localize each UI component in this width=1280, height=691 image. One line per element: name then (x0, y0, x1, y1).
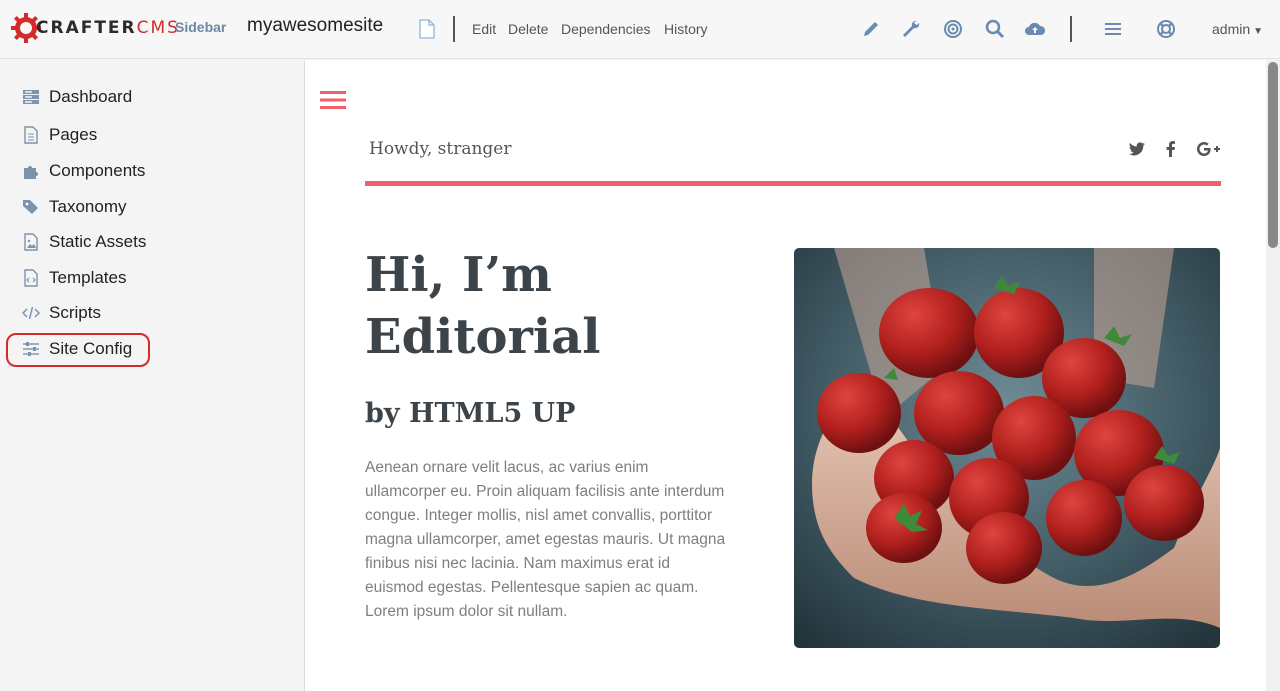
sidebar-item-scripts[interactable]: Scripts (22, 301, 101, 325)
page-icon[interactable] (418, 19, 436, 39)
crafter-logo[interactable]: CRAFTERCMS (10, 11, 180, 45)
user-name: admin (1212, 21, 1251, 37)
header-divider (365, 181, 1221, 186)
sidebar-item-label: Templates (49, 268, 127, 287)
caret-down-icon: ▼ (1253, 26, 1264, 37)
lifebuoy-icon[interactable] (1155, 18, 1177, 40)
facebook-icon[interactable] (1162, 140, 1180, 158)
hero-subtitle: by HTML5 UP (365, 398, 576, 429)
sidebar-item-label: Components (49, 161, 146, 180)
toolbar-divider (453, 16, 455, 42)
top-bar: CRAFTERCMS Sidebar myawesomesite Edit De… (0, 0, 1280, 59)
site-menu-icon[interactable] (320, 90, 346, 110)
history-button[interactable]: History (664, 21, 708, 37)
sidebar-item-dashboard[interactable]: Dashboard (22, 85, 132, 109)
page-icon (24, 126, 38, 144)
pencil-icon[interactable] (860, 18, 882, 40)
code-icon (22, 306, 40, 320)
sidebar-item-label: Taxonomy (49, 197, 127, 216)
code-file-icon (24, 269, 38, 287)
edit-button[interactable]: Edit (472, 21, 496, 37)
sidebar-item-pages[interactable]: Pages (22, 123, 97, 147)
sidebar-item-label: Scripts (49, 303, 101, 322)
site-name[interactable]: myawesomesite (247, 15, 383, 37)
tags-icon (23, 200, 38, 214)
wrench-icon[interactable] (900, 18, 922, 40)
dashboard-icon (23, 90, 39, 104)
cloud-upload-icon[interactable] (1024, 18, 1046, 40)
logo-text-crafter: CRAFTER (36, 18, 137, 38)
sidebar-item-static-assets[interactable]: Static Assets (22, 230, 146, 254)
sidebar-item-components[interactable]: Components (22, 159, 145, 183)
preview-scrollbar-thumb[interactable] (1268, 62, 1278, 248)
site-config-highlight (6, 333, 150, 367)
strawberries-photo (794, 248, 1220, 648)
search-icon[interactable] (984, 18, 1006, 40)
sidebar-item-templates[interactable]: Templates (22, 266, 126, 290)
hero-title-line-1: Hi, I’m (365, 247, 552, 303)
hero-title-line-2: Editorial (365, 309, 601, 365)
user-menu-button[interactable]: admin ▼ (1212, 21, 1263, 37)
greeting-text: Howdy, stranger (369, 139, 512, 159)
left-sidebar (0, 59, 304, 691)
sidebar-item-label: Pages (49, 125, 98, 144)
twitter-icon[interactable] (1128, 140, 1146, 158)
toolbar-divider-2 (1070, 16, 1072, 42)
logo-text: CRAFTERCMS (36, 18, 180, 38)
sidebar-item-label: Dashboard (49, 87, 133, 106)
image-file-icon (24, 233, 38, 251)
hero-title: Hi, I’m Editorial (365, 244, 755, 368)
sidebar-item-label: Static Assets (49, 232, 147, 251)
sidebar-toggle-button[interactable]: Sidebar (175, 19, 226, 35)
hamburger-icon[interactable] (1102, 18, 1124, 40)
puzzle-icon (24, 166, 38, 179)
sidebar-item-taxonomy[interactable]: Taxonomy (22, 195, 126, 219)
delete-button[interactable]: Delete (508, 21, 548, 37)
target-icon[interactable] (942, 18, 964, 40)
google-plus-icon[interactable] (1196, 140, 1222, 158)
dependencies-button[interactable]: Dependencies (561, 21, 651, 37)
hero-body-text: Aenean ornare velit lacus, ac varius eni… (365, 459, 726, 620)
logo-text-cms: CMS (136, 18, 180, 38)
